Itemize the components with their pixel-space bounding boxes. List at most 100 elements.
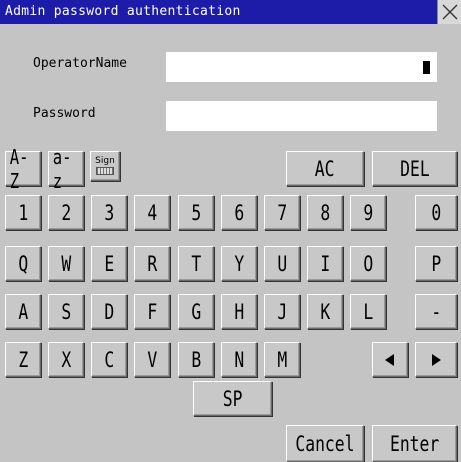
number-key-2[interactable]: 2 [48,195,84,230]
number-key-9[interactable]: 9 [350,195,386,230]
letter-a-row-key-2[interactable]: S [48,294,84,329]
letter-a-row-key-label: A [18,299,28,324]
number-key-label: 8 [320,200,330,225]
letter-z-row-key-label: Z [18,347,28,372]
sign-key[interactable]: Sign [90,151,120,181]
letter-q-row-key-4[interactable]: R [134,246,170,281]
delete-key-label: DEL [399,156,430,181]
letter-z-row-key-label: M [277,347,287,372]
letter-q-row-key-2[interactable]: W [48,246,84,281]
number-key-label: 1 [18,200,28,225]
letter-q-row-key-label: Q [18,251,28,276]
letter-z-row-key-label: V [147,347,157,372]
letter-q-row-key-label: O [363,251,373,276]
letter-q-row-key-9[interactable]: O [350,246,386,281]
number-key-8[interactable]: 8 [307,195,343,230]
letter-a-row-key-10[interactable]: - [415,294,457,329]
letter-z-row-key-2[interactable]: X [48,342,84,377]
letter-z-row-key-label: C [104,347,114,372]
number-key-7[interactable]: 7 [264,195,300,230]
enter-button[interactable]: Enter [372,425,457,462]
letter-q-row-key-10[interactable]: P [415,246,457,281]
letter-q-row-key-1[interactable]: Q [5,246,41,281]
cancel-button[interactable]: Cancel [286,425,364,462]
space-key-label: SP [222,386,243,411]
keyboard-icon [96,166,114,175]
letter-a-row-key-6[interactable]: H [221,294,257,329]
letter-z-row-key-label: N [234,347,244,372]
letter-a-row-key-1[interactable]: A [5,294,41,329]
letter-a-row-key-label: S [61,299,71,324]
clear-all-key[interactable]: AC [286,151,364,186]
letter-q-row-key-label: T [191,251,201,276]
letter-a-row-key-label: - [431,299,441,324]
letter-a-row-key-4[interactable]: F [134,294,170,329]
letter-q-row-key-label: W [61,251,71,276]
lowercase-key[interactable]: a-z [48,145,84,193]
number-key-label: 9 [363,200,373,225]
clear-all-key-label: AC [315,156,335,181]
letter-z-row-key-1[interactable]: Z [5,342,41,377]
letter-z-row-key-7[interactable]: M [264,342,300,377]
number-key-1[interactable]: 1 [5,195,41,230]
letter-a-row-key-label: H [234,299,244,324]
letter-z-row-key-3[interactable]: C [91,342,127,377]
letter-z-row-key-4[interactable]: V [134,342,170,377]
letter-a-row-key-8[interactable]: K [307,294,343,329]
close-icon [442,4,458,20]
letter-q-row-key-label: U [277,251,287,276]
password-label: Password [33,106,96,121]
left-arrow-icon [385,353,394,366]
operator-name-label: OperatorName [33,56,127,71]
number-key-6[interactable]: 6 [221,195,257,230]
close-button[interactable] [437,0,461,24]
delete-key[interactable]: DEL [372,151,457,186]
space-key[interactable]: SP [193,381,272,416]
letter-q-row-key-label: Y [234,251,244,276]
number-key-label: 6 [234,200,244,225]
number-key-3[interactable]: 3 [91,195,127,230]
number-key-label: 3 [104,200,114,225]
number-key-5[interactable]: 5 [178,195,214,230]
number-key-label: 7 [277,200,287,225]
enter-button-label: Enter [389,431,440,456]
password-field[interactable] [166,101,437,131]
uppercase-key-label: A-Z [9,144,29,193]
number-key-label: 5 [191,200,201,225]
letter-q-row-key-8[interactable]: I [307,246,343,281]
letter-z-row-key-label: B [191,347,201,372]
letter-a-row-key-label: F [147,299,157,324]
right-arrow-icon [432,353,441,366]
number-key-4[interactable]: 4 [134,195,170,230]
cursor-left-key[interactable] [372,342,408,377]
letter-q-row-key-label: E [104,251,114,276]
letter-a-row-key-3[interactable]: D [91,294,127,329]
letter-z-row-key-6[interactable]: N [221,342,257,377]
letter-q-row-key-label: R [147,251,157,276]
letter-q-row-key-7[interactable]: U [264,246,300,281]
letter-a-row-key-label: J [277,299,287,324]
number-key-label: 4 [147,200,157,225]
letter-a-row-key-label: G [191,299,201,324]
sign-key-label: Sign [95,155,115,166]
letter-a-row-key-5[interactable]: G [178,294,214,329]
number-key-10[interactable]: 0 [415,195,457,230]
letter-a-row-key-label: D [104,299,114,324]
uppercase-key[interactable]: A-Z [5,145,41,193]
letter-a-row-key-label: L [363,299,373,324]
letter-z-row-key-5[interactable]: B [178,342,214,377]
lowercase-key-label: a-z [52,144,72,193]
letter-a-row-key-label: K [320,299,330,324]
window-title: Admin password authentication [5,4,241,19]
letter-a-row-key-7[interactable]: J [264,294,300,329]
letter-q-row-key-3[interactable]: E [91,246,127,281]
cursor-right-key[interactable] [415,342,457,377]
operator-name-field[interactable] [166,52,437,82]
letter-q-row-key-5[interactable]: T [178,246,214,281]
letter-a-row-key-9[interactable]: L [350,294,386,329]
title-bar: Admin password authentication [0,0,461,24]
letter-q-row-key-label: P [431,251,441,276]
cancel-button-label: Cancel [295,431,355,456]
number-key-label: 2 [61,200,71,225]
letter-q-row-key-6[interactable]: Y [221,246,257,281]
